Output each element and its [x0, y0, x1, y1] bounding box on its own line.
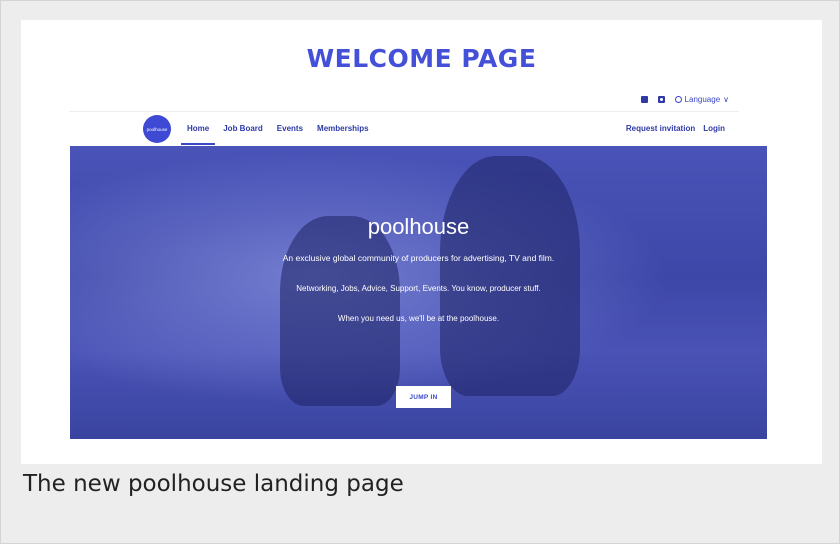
chevron-down-icon: ∨	[723, 95, 729, 104]
hero-figure-right	[440, 156, 580, 396]
hero-title: poolhouse	[367, 214, 470, 239]
globe-icon	[674, 96, 682, 103]
linkedin-icon[interactable]	[640, 96, 648, 103]
nav-link-events[interactable]: Events	[277, 124, 303, 133]
utility-links: Language ∨	[640, 95, 729, 104]
logo[interactable]: poolhouse	[143, 115, 171, 143]
main-nav: poolhouse Home Job Board Events Membersh…	[69, 112, 739, 146]
hero-closing: When you need us, we'll be at the poolho…	[337, 314, 500, 323]
logo-text: poolhouse	[146, 126, 168, 132]
hero-tagline: An exclusive global community of produce…	[282, 253, 555, 263]
hero-figure-left	[280, 216, 400, 406]
nav-link-job-board[interactable]: Job Board	[223, 124, 263, 133]
nav-link-memberships[interactable]: Memberships	[317, 124, 369, 133]
jump-in-button[interactable]: JUMP IN	[396, 386, 451, 408]
language-label: Language	[684, 95, 721, 104]
nav-link-home[interactable]: Home	[180, 124, 216, 145]
hero-banner: poolhouse An exclusive global community …	[70, 146, 767, 439]
hero-subline: Networking, Jobs, Advice, Support, Event…	[296, 284, 541, 293]
nav-actions: Request invitation Login	[626, 124, 725, 133]
utility-bar: Language ∨	[69, 93, 739, 112]
screenshot-card: WELCOME PAGE Language ∨ poolhouse Home J…	[21, 20, 822, 464]
page-title: WELCOME PAGE	[306, 44, 537, 73]
image-caption: The new poolhouse landing page	[23, 471, 404, 497]
language-selector[interactable]: Language ∨	[674, 95, 729, 104]
screenshot-frame: WELCOME PAGE Language ∨ poolhouse Home J…	[0, 0, 840, 544]
request-invitation-link[interactable]: Request invitation	[626, 124, 695, 133]
instagram-icon[interactable]	[657, 96, 665, 103]
nav-links: Home Job Board Events Memberships	[180, 124, 369, 145]
login-link[interactable]: Login	[703, 124, 725, 133]
